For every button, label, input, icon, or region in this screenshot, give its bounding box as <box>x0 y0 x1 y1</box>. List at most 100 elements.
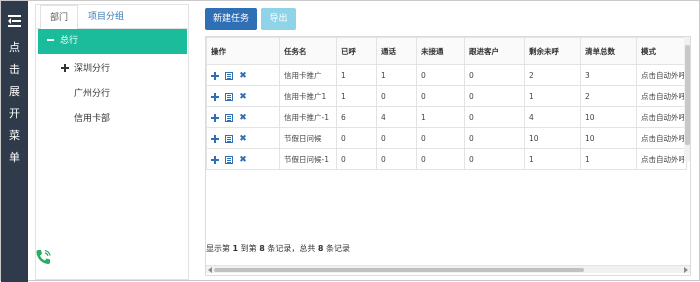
scrollbar-thumb[interactable] <box>214 268 584 272</box>
table-cell: 4 <box>376 106 417 128</box>
table-row[interactable]: ✖ 信用卡推广 1 1 0 0 2 3 点击自动外呼 <box>206 64 687 86</box>
table-row[interactable]: ✖ 信用卡推广1 1 0 0 0 1 2 点击自动外呼 <box>206 85 687 107</box>
tab-department[interactable]: 部门 <box>40 5 78 30</box>
table-row[interactable]: ✖ 信用卡推广-1 6 4 1 0 4 10 点击自动外呼 <box>206 106 687 128</box>
column-header[interactable]: 通话 <box>376 37 417 65</box>
table-cell: 0 <box>376 85 417 107</box>
side-rail[interactable]: 点 击 展 开 菜 单 <box>1 1 28 282</box>
column-header[interactable]: 清单总数 <box>580 37 637 65</box>
scrollbar-thumb[interactable] <box>685 45 690 145</box>
collapse-icon[interactable] <box>47 38 54 41</box>
expand-menu-text[interactable]: 点 击 展 开 菜 单 <box>1 37 28 169</box>
table-header-row: 操作 任务名 已呼 通话 未接通 跟进客户 剩余未呼 清单总数 模式 <box>206 37 687 65</box>
export-button[interactable]: 导出 <box>261 8 296 30</box>
table-cell: 1 <box>580 148 637 170</box>
table-cell: 0 <box>464 127 525 149</box>
table-row[interactable]: ✖ 节假日问候 0 0 0 0 10 10 点击自动外呼 <box>206 127 687 149</box>
tree-node-label: 广州分行 <box>74 89 111 99</box>
table-cell: 0 <box>336 148 377 170</box>
menu-toggle-icon[interactable] <box>8 15 21 27</box>
table-cell: 0 <box>416 127 465 149</box>
table-cell: 0 <box>464 106 525 128</box>
table-cell: 0 <box>464 64 525 86</box>
table-cell: 1 <box>376 64 417 86</box>
details-icon[interactable] <box>225 155 233 164</box>
scroll-left-icon[interactable] <box>208 267 212 273</box>
column-header[interactable]: 任务名 <box>279 37 337 65</box>
column-header[interactable]: 跟进客户 <box>464 37 525 65</box>
table-cell: 信用卡推广-1 <box>279 106 337 128</box>
scroll-right-icon[interactable] <box>684 267 688 273</box>
table-cell: 点击自动外呼 <box>636 127 687 149</box>
add-icon[interactable] <box>211 113 219 122</box>
details-icon[interactable] <box>225 92 233 101</box>
add-icon[interactable] <box>211 71 219 80</box>
pager-to: 8 <box>259 244 265 253</box>
pager-text: 条记录 <box>326 244 351 253</box>
rail-char: 展 <box>9 85 20 98</box>
column-header[interactable]: 模式 <box>636 37 687 65</box>
table-cell: 10 <box>580 127 637 149</box>
table-cell: 0 <box>376 127 417 149</box>
details-icon[interactable] <box>225 134 233 143</box>
delete-icon[interactable]: ✖ <box>239 71 247 80</box>
column-header[interactable]: 剩余未呼 <box>524 37 581 65</box>
table-cell: 2 <box>524 64 581 86</box>
tree-node-label: 信用卡部 <box>74 114 111 124</box>
table-cell: 点击自动外呼 <box>636 106 687 128</box>
new-task-button[interactable]: 新建任务 <box>205 8 257 30</box>
rail-char: 点 <box>9 41 20 54</box>
table-cell: 0 <box>464 85 525 107</box>
tree-node-label: 总行 <box>60 36 79 46</box>
column-header[interactable]: 已呼 <box>336 37 377 65</box>
pagination-info: 显示第 1 到第 8 条记录，总共 8 条记录 <box>206 243 350 254</box>
pager-total: 8 <box>317 244 324 253</box>
rail-char: 开 <box>9 107 20 120</box>
tab-project-group[interactable]: 项目分组 <box>88 5 124 30</box>
table-cell: 0 <box>416 64 465 86</box>
pager-from: 1 <box>232 244 239 253</box>
table-cell: 6 <box>336 106 377 128</box>
table-cell: 0 <box>416 85 465 107</box>
add-icon[interactable] <box>211 134 219 143</box>
details-icon[interactable] <box>225 113 233 122</box>
phone-icon[interactable] <box>34 248 52 266</box>
app-frame: 点 击 展 开 菜 单 部门 项目分组 总行 深圳分行 广州分行 信用卡部 新建… <box>0 0 700 282</box>
tree-node-root[interactable]: 总行 <box>38 29 187 54</box>
tree-node-shenzhen[interactable]: 深圳分行 <box>61 61 110 74</box>
task-table-container: 操作 任务名 已呼 通话 未接通 跟进客户 剩余未呼 清单总数 模式 ✖ 信用卡推… <box>205 36 691 276</box>
table-cell: 0 <box>336 127 377 149</box>
pager-text: 到第 <box>240 244 257 253</box>
vertical-scrollbar[interactable] <box>684 37 690 161</box>
table-cell: 1 <box>524 85 581 107</box>
details-icon[interactable] <box>225 71 233 80</box>
table-cell: 1 <box>524 148 581 170</box>
add-icon[interactable] <box>211 92 219 101</box>
table-cell: 信用卡推广1 <box>279 85 337 107</box>
table-cell: 0 <box>376 148 417 170</box>
table-cell: 点击自动外呼 <box>636 148 687 170</box>
expand-icon[interactable] <box>61 63 69 72</box>
add-icon[interactable] <box>211 155 219 164</box>
table-cell: 10 <box>524 127 581 149</box>
rail-char: 击 <box>9 63 20 76</box>
table-cell: 10 <box>580 106 637 128</box>
column-header[interactable]: 操作 <box>206 37 280 65</box>
delete-icon[interactable]: ✖ <box>239 113 247 122</box>
tree-node-credit-card[interactable]: 信用卡部 <box>74 111 110 124</box>
table-cell: 0 <box>464 148 525 170</box>
row-actions: ✖ <box>206 85 280 107</box>
table-cell: 1 <box>336 64 377 86</box>
table-cell: 0 <box>416 148 465 170</box>
tree-node-guangzhou[interactable]: 广州分行 <box>74 86 110 99</box>
delete-icon[interactable]: ✖ <box>239 134 247 143</box>
table-row[interactable]: ✖ 节假日问候-1 0 0 0 0 1 1 点击自动外呼 <box>206 148 687 170</box>
column-header[interactable]: 未接通 <box>416 37 465 65</box>
horizontal-scrollbar[interactable] <box>206 265 690 273</box>
rail-char: 单 <box>9 151 20 164</box>
delete-icon[interactable]: ✖ <box>239 155 247 164</box>
pager-text: 显示第 <box>206 244 230 253</box>
delete-icon[interactable]: ✖ <box>239 92 247 101</box>
table-cell: 点击自动外呼 <box>636 85 687 107</box>
department-tabs: 部门 项目分组 <box>36 5 188 30</box>
